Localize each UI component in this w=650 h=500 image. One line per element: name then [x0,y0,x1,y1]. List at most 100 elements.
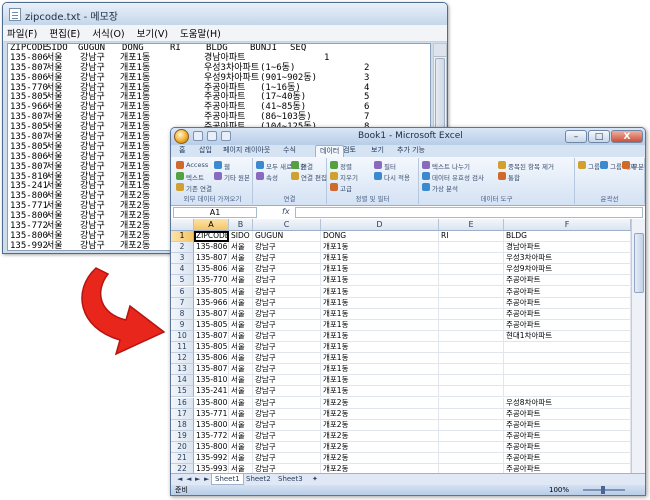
cell[interactable]: 강남구 [253,330,321,342]
notepad-title-bar[interactable]: zipcode.txt - 메모장 [3,3,447,25]
cell[interactable] [504,375,631,387]
cell[interactable]: 서울 [229,330,253,342]
cell[interactable]: 서울 [229,430,253,442]
cell[interactable]: 개포1동 [321,342,439,353]
cell[interactable]: 135-805 [194,286,229,298]
cell[interactable]: 강남구 [253,342,321,353]
cell[interactable]: 서울 [229,342,253,353]
cell[interactable] [504,353,631,365]
cell[interactable]: 개포1동 [321,308,439,320]
redo-icon[interactable] [221,131,231,141]
cell[interactable]: 강남구 [253,308,321,320]
ribbon-button-label[interactable]: 부분합 [632,161,645,171]
ribbon-button-icon[interactable] [498,161,506,169]
ribbon-button-icon[interactable] [214,161,222,169]
cell[interactable]: 강남구 [253,242,321,254]
ribbon-button-icon[interactable] [256,172,264,180]
ribbon-button-icon[interactable] [214,172,222,180]
ribbon-button-icon[interactable] [622,161,630,169]
cell[interactable]: 개포2동 [321,408,439,420]
cell[interactable]: 서울 [229,253,253,265]
undo-icon[interactable] [207,131,217,141]
formula-input[interactable] [295,207,643,218]
column-header[interactable]: D [321,219,439,231]
cell[interactable]: 개포2동 [321,453,439,464]
excel-vertical-scrollbar[interactable] [631,219,645,473]
select-all-corner[interactable] [171,219,194,231]
cell[interactable]: 개포1동 [321,297,439,309]
cell[interactable] [439,342,504,353]
cell[interactable]: 강남구 [253,386,321,398]
row-header[interactable]: 11 [171,342,194,353]
cell[interactable]: 135-241 [194,386,229,398]
row-header[interactable]: 17 [171,408,194,420]
cell[interactable]: 135-770 [194,275,229,287]
cell[interactable]: 강남구 [253,453,321,464]
cell[interactable] [439,441,504,453]
cell[interactable]: 서울 [229,353,253,365]
cell[interactable] [439,386,504,398]
cell[interactable] [439,242,504,254]
cell[interactable]: 강남구 [253,353,321,365]
cell[interactable] [439,364,504,376]
cell[interactable]: 주공아파트 [504,441,631,453]
column-header[interactable]: B [229,219,253,231]
cell[interactable]: 135-771 [194,408,229,420]
cell[interactable]: 강남구 [253,430,321,442]
ribbon-button-icon[interactable] [422,183,430,191]
row-header[interactable]: 19 [171,430,194,442]
cell[interactable]: 개포1동 [321,319,439,331]
cell[interactable]: 135-805 [194,319,229,331]
ribbon-button-icon[interactable] [374,172,382,180]
cell[interactable]: 서울 [229,286,253,298]
ribbon-tab[interactable]: 보기 [371,145,384,157]
column-header[interactable]: A [194,219,229,231]
ribbon-tab[interactable]: 검토 [343,145,356,157]
row-header[interactable]: 10 [171,330,194,342]
column-header[interactable]: F [504,219,631,231]
cell[interactable]: 서울 [229,375,253,387]
cell[interactable]: 서울 [229,264,253,276]
row-header[interactable]: 12 [171,353,194,365]
ribbon-tab[interactable]: 데이터 [315,145,345,157]
ribbon-button-label[interactable]: Access [186,161,208,169]
cell[interactable]: 주공아파트 [504,408,631,420]
cell[interactable]: 개포1동 [321,286,439,298]
cell[interactable]: 강남구 [253,364,321,376]
cell[interactable] [504,342,631,353]
row-header[interactable]: 8 [171,308,194,320]
cell[interactable]: 강남구 [253,375,321,387]
notepad-menu-item[interactable]: 도움말(H) [180,26,221,40]
ribbon-button-icon[interactable] [256,161,264,169]
save-icon[interactable] [193,131,203,141]
cell[interactable]: 강남구 [253,464,321,473]
cell[interactable]: 현대1차아파트 [504,330,631,342]
cell[interactable] [439,308,504,320]
ribbon-tab[interactable]: 페이지 레이아웃 [223,145,270,157]
cell[interactable]: 서울 [229,364,253,376]
cell[interactable]: 개포1동 [321,242,439,254]
row-header[interactable]: 6 [171,286,194,298]
scroll-up-arrow-icon[interactable] [434,44,446,57]
zoom-level[interactable]: 100% [549,485,569,495]
minimize-button[interactable]: – [565,130,587,143]
cell[interactable]: RI [439,231,504,242]
ribbon-button-icon[interactable] [422,172,430,180]
ribbon-button-icon[interactable] [176,161,184,169]
ribbon-button-label[interactable]: 필터 [384,161,396,171]
cell[interactable]: 135-810 [194,375,229,387]
cell[interactable]: 개포1동 [321,253,439,265]
cell[interactable]: 우성9차아파트 [504,264,631,276]
cell[interactable]: 주공아파트 [504,319,631,331]
cell[interactable]: 개포2동 [321,430,439,442]
cell[interactable]: 서울 [229,386,253,398]
cell[interactable] [504,386,631,398]
cell[interactable]: 135-800 [194,441,229,453]
cell[interactable]: 경남아파트 [504,242,631,254]
ribbon-button-label[interactable]: 속성 [266,172,278,182]
cell[interactable]: 개포2동 [321,397,439,409]
cell[interactable]: 강남구 [253,297,321,309]
row-header[interactable]: 22 [171,464,194,473]
cell[interactable]: 우성8차아파트 [504,397,631,409]
cell[interactable]: 개포1동 [321,264,439,276]
